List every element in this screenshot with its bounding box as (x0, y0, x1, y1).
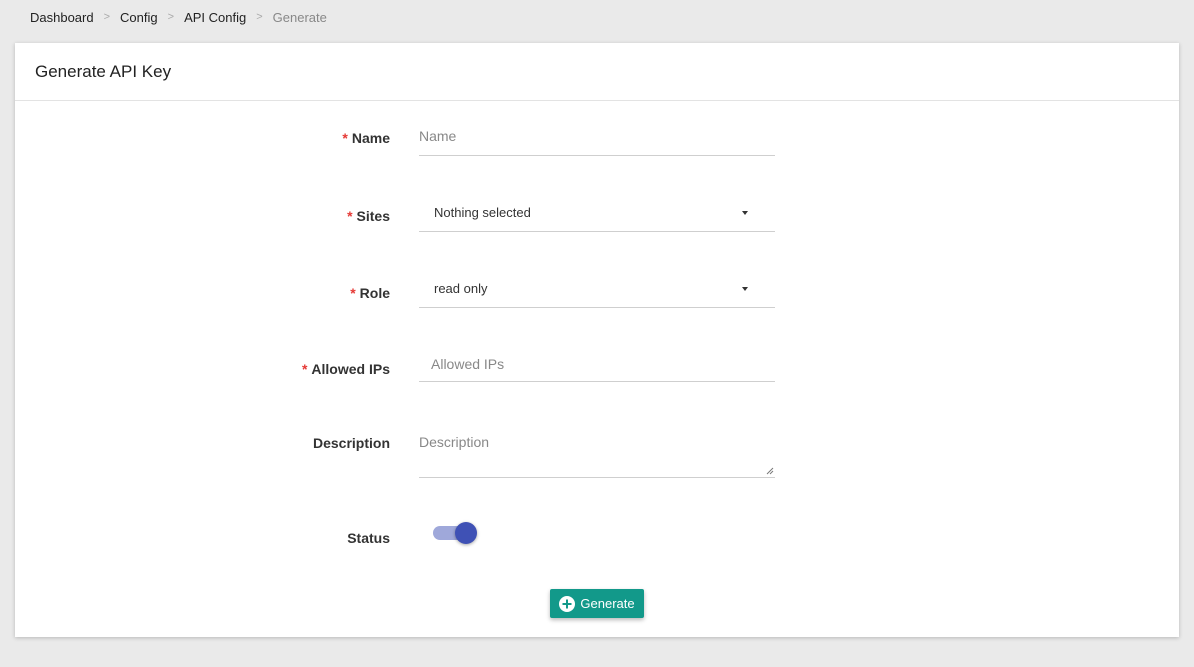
required-mark: * (350, 285, 356, 301)
name-field-wrapper (419, 128, 775, 156)
breadcrumb-dashboard[interactable]: Dashboard (30, 10, 94, 25)
sites-select[interactable]: Nothing selected (419, 194, 775, 232)
resize-grip-icon[interactable] (766, 467, 774, 475)
toggle-knob (455, 522, 477, 544)
required-mark: * (342, 130, 348, 146)
page-title: Generate API Key (35, 61, 172, 81)
breadcrumb-current: Generate (272, 9, 327, 25)
description-field-wrapper (419, 434, 775, 478)
breadcrumb: Dashboard > Config > API Config > Genera… (30, 9, 327, 25)
description-label: Description (312, 435, 390, 451)
breadcrumb-separator: > (103, 11, 111, 23)
breadcrumb-separator: > (167, 11, 175, 23)
name-input[interactable] (419, 128, 775, 144)
generate-api-key-card: Generate API Key *Name *Sites Nothing se… (15, 43, 1179, 637)
name-label: * Name (342, 130, 390, 146)
allowed-ips-input[interactable] (431, 356, 775, 372)
required-mark: * (301, 361, 308, 377)
card-header: Generate API Key (15, 43, 1179, 101)
role-label: * Role (350, 285, 390, 301)
sites-label: * Sites (347, 208, 390, 224)
role-select[interactable]: read only (419, 270, 775, 308)
allowed-ips-label: * Allowed IPs (301, 361, 390, 377)
generate-button-label: Generate (580, 596, 635, 611)
role-select-value: read only (434, 281, 488, 296)
status-toggle[interactable] (433, 521, 479, 547)
required-mark: * (347, 208, 353, 224)
plus-circle-icon (559, 595, 576, 612)
breadcrumb-config[interactable]: Config (120, 10, 158, 25)
caret-down-icon (742, 210, 748, 215)
status-label: Status (347, 530, 390, 546)
breadcrumb-separator: > (256, 11, 263, 23)
caret-down-icon (742, 286, 748, 291)
sites-select-value: Nothing selected (434, 205, 531, 220)
description-textarea[interactable] (419, 434, 775, 470)
generate-button[interactable]: Generate (550, 589, 644, 618)
allowed-ips-field-wrapper (419, 356, 775, 382)
breadcrumb-api-config[interactable]: API Config (184, 10, 246, 25)
